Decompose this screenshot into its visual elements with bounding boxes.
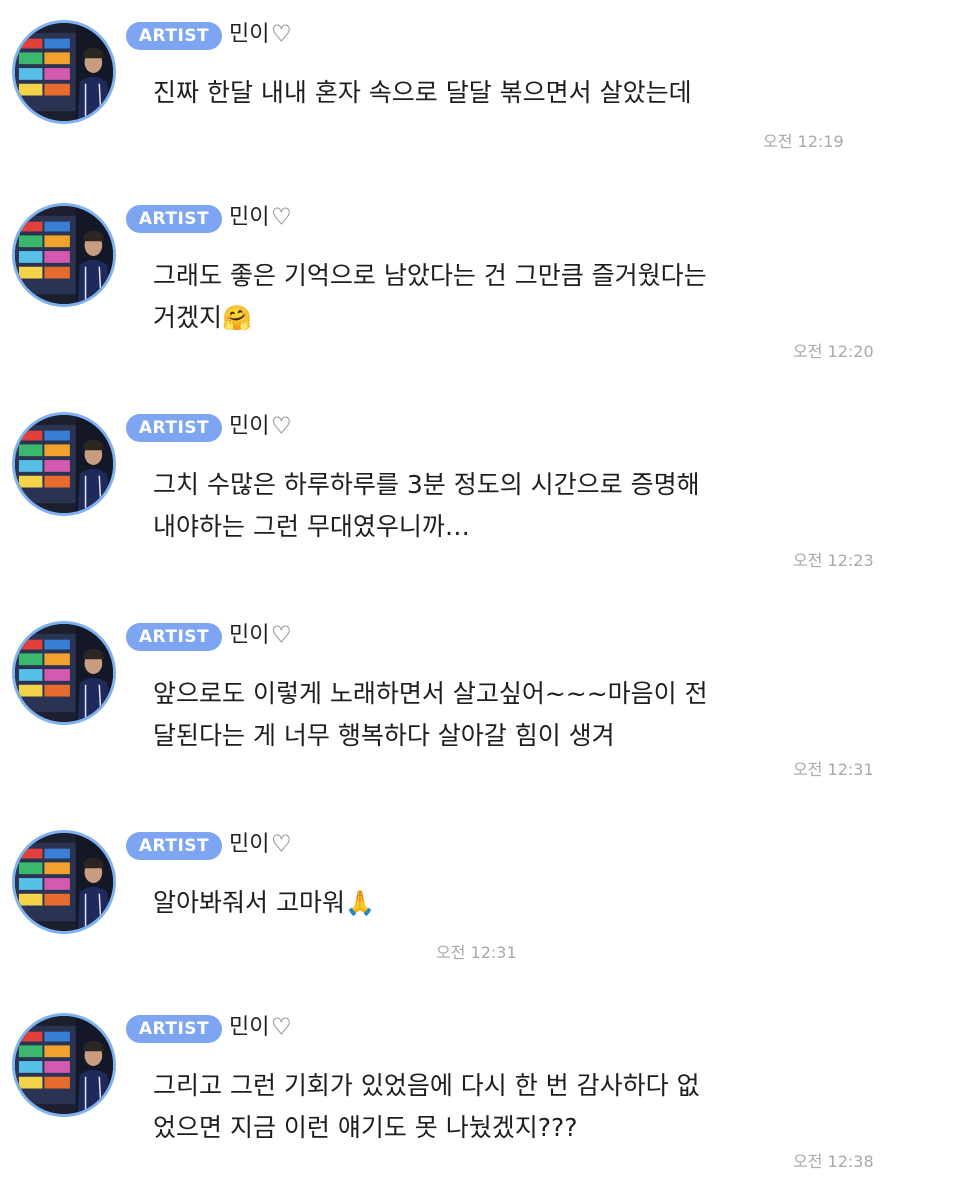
- avatar[interactable]: [12, 203, 116, 307]
- message-time: 오전 12:38: [793, 1152, 874, 1171]
- white-heart-icon: ♥: [271, 623, 292, 649]
- white-heart-icon: ♥: [271, 414, 292, 440]
- avatar[interactable]: [12, 830, 116, 934]
- message-text: 그래도 좋은 기억으로 남았다는 건 그만큼 즐거웠다는 거겠지🤗: [153, 261, 707, 332]
- nickname[interactable]: 민이♥: [229, 202, 292, 234]
- message-text: 알아봐줘서 고마워🙏: [153, 888, 375, 917]
- message-time: 오전 12:23: [793, 551, 874, 570]
- nickname-text: 민이: [229, 22, 270, 47]
- emoji: 🤗: [222, 304, 252, 332]
- message-time: 오전 12:31: [436, 943, 517, 962]
- nickname[interactable]: 민이♥: [229, 1012, 292, 1044]
- nickname-text: 민이: [229, 205, 270, 230]
- artist-badge: ARTIST: [126, 205, 222, 233]
- message-time: 오전 12:20: [793, 342, 874, 361]
- nickname-text: 민이: [229, 623, 270, 648]
- message-text: 앞으로도 이렇게 노래하면서 살고싶어~~~마음이 전 달된다는 게 너무 행복…: [153, 679, 708, 750]
- message-text: 그리고 그런 기회가 있었음에 다시 한 번 감사하다 없 었으면 지금 이런 …: [153, 1071, 700, 1142]
- artist-badge: ARTIST: [126, 414, 222, 442]
- message-text: 진짜 한달 내내 혼자 속으로 달달 볶으면서 살았는데: [153, 78, 692, 107]
- avatar[interactable]: [12, 412, 116, 516]
- nickname-text: 민이: [229, 414, 270, 439]
- nickname[interactable]: 민이♥: [229, 620, 292, 652]
- nickname[interactable]: 민이♥: [229, 829, 292, 861]
- chat-log: ARTIST 민이♥ 진짜 한달 내내 혼자 속으로 달달 볶으면서 살았는데 …: [0, 0, 958, 1200]
- nickname-text: 민이: [229, 1015, 270, 1040]
- artist-badge: ARTIST: [126, 22, 222, 50]
- white-heart-icon: ♥: [271, 832, 292, 858]
- message-text: 그치 수많은 하루하루를 3분 정도의 시간으로 증명해 내야하는 그런 무대였…: [153, 470, 700, 541]
- artist-badge: ARTIST: [126, 832, 222, 860]
- nickname[interactable]: 민이♥: [229, 19, 292, 51]
- white-heart-icon: ♥: [271, 22, 292, 48]
- avatar[interactable]: [12, 20, 116, 124]
- nickname-text: 민이: [229, 832, 270, 857]
- message-time: 오전 12:19: [763, 132, 844, 151]
- white-heart-icon: ♥: [271, 1015, 292, 1041]
- message-time: 오전 12:31: [793, 760, 874, 779]
- avatar[interactable]: [12, 621, 116, 725]
- avatar[interactable]: [12, 1013, 116, 1117]
- nickname[interactable]: 민이♥: [229, 411, 292, 443]
- artist-badge: ARTIST: [126, 1015, 222, 1043]
- emoji: 🙏: [344, 889, 375, 917]
- white-heart-icon: ♥: [271, 205, 292, 231]
- artist-badge: ARTIST: [126, 623, 222, 651]
